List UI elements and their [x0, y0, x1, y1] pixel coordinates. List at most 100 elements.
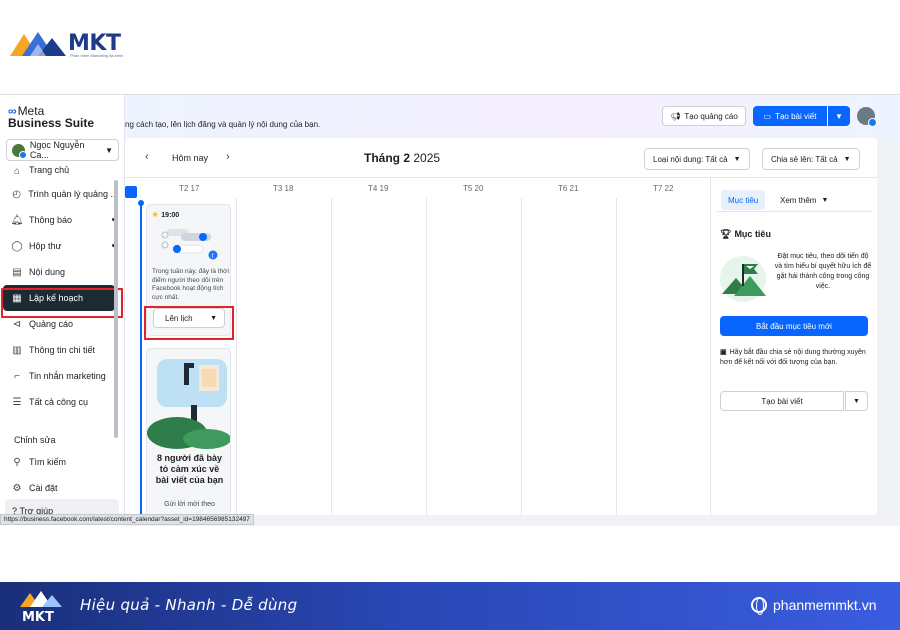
right-create-post: Tạo bài viết ▼: [720, 391, 868, 411]
meta-business-suite-logo[interactable]: ∞Meta Business Suite: [8, 105, 94, 129]
tab-see-more-label: Xem thêm: [780, 195, 817, 205]
banner-website[interactable]: phanmemmkt.vn: [751, 597, 877, 615]
schedule-button-label: Lên lịch: [165, 313, 193, 323]
grid-divider: [426, 198, 427, 515]
megaphone-icon: 📢︎: [670, 111, 681, 121]
create-post-button[interactable]: ▭ Tạo bài viết: [753, 106, 827, 126]
sidebar-item-label: Nội dung: [29, 267, 66, 277]
today-button[interactable]: Hôm nay: [172, 153, 208, 163]
chat-icon: ◯: [11, 240, 23, 252]
mkt-mountain-logo-icon: [10, 32, 66, 56]
best-time-card: ☀ 19:00 f Trong tuần này, đây là thời điể…: [146, 204, 231, 336]
tab-goals[interactable]: Mục tiêu: [721, 190, 766, 210]
browser-status-url: https://business.facebook.com/latest/con…: [0, 514, 254, 525]
audience-activity-illustration-icon: f: [161, 229, 218, 260]
goal-title-text: Mục tiêu: [734, 229, 771, 239]
trophy-icon: 🏆︎: [720, 229, 732, 239]
engagement-title: 8 người đã bày tỏ cảm xúc về bài viết củ…: [155, 453, 224, 485]
day-label: T2 17: [179, 184, 200, 193]
sidebar-scrollbar[interactable]: [114, 180, 118, 438]
sidebar-bottom-nav: ⚲ Tìm kiếm ⚙ Cài đặt: [0, 449, 118, 501]
sidebar-item-label: Thông tin chi tiết: [29, 345, 96, 355]
gift-icon: ▣: [720, 349, 727, 356]
content-type-filter[interactable]: Loại nội dung: Tất cả ▼: [644, 148, 750, 170]
calendar-icon: ▦: [12, 292, 22, 304]
sidebar-item-label: Lập kế hoạch: [29, 293, 84, 303]
banner-slogan: Hiệu quả - Nhanh - Dễ dùng: [80, 596, 298, 614]
mkt-logo-text: MKT: [68, 30, 121, 56]
account-selector[interactable]: Ngọc Nguyễn Ca... ▼: [6, 139, 119, 161]
grid-divider: [236, 198, 237, 515]
month-title: Tháng 2 2025: [364, 151, 440, 165]
sidebar-item-label: Tìm kiếm: [29, 457, 66, 467]
sidebar-item-label: Tin nhắn marketing: [29, 371, 106, 381]
create-post-label: Tạo bài viết: [775, 111, 817, 121]
chevron-right-icon[interactable]: ›: [226, 151, 230, 163]
sidebar-item-search[interactable]: ⚲ Tìm kiếm: [0, 449, 118, 475]
best-time-description: Trong tuần này, đây là thời điểm người t…: [152, 268, 229, 301]
right-create-post-button[interactable]: Tạo bài viết: [720, 391, 844, 411]
mailbox-illustration-icon: [147, 359, 230, 449]
grid-divider: [616, 198, 617, 515]
right-panel: Mục tiêu Xem thêm ▼ 🏆︎ Mục tiêu Đặt mục ti…: [710, 178, 877, 515]
content-type-filter-label: Loại nội dung: Tất cả: [653, 154, 728, 164]
share-to-filter[interactable]: Chia sẻ lên: Tất cả ▼: [762, 148, 860, 170]
sidebar-item-inbox[interactable]: ◯ Hộp thư: [0, 233, 118, 259]
create-ad-label: Tạo quảng cáo: [684, 111, 738, 121]
current-time-dot: [138, 200, 144, 206]
sidebar-item-home[interactable]: ⌂ Trang chủ: [0, 165, 118, 181]
posting-tip: ▣ Hãy bắt đầu chia sẻ nội dung thường xuy…: [720, 348, 870, 368]
sidebar-item-ads-manager[interactable]: ◴ Trình quản lý quảng ...: [0, 181, 118, 207]
profile-avatar[interactable]: [857, 107, 877, 127]
sun-icon: ☀: [152, 212, 159, 219]
sidebar-item-all-tools[interactable]: ☰ Tất cả công cụ: [0, 389, 118, 415]
best-time-value: 19:00: [161, 212, 180, 219]
sidebar-item-label: Trình quản lý quảng ...: [28, 189, 118, 199]
mkt-logo-subtext: Phần mềm Marketing đa kênh: [70, 53, 124, 58]
day-label: T5 20: [463, 184, 484, 193]
month-label: Tháng 2: [364, 151, 411, 165]
schedule-button[interactable]: Lên lịch ▼: [153, 308, 225, 328]
sidebar-item-insights[interactable]: ▥ Thông tin chi tiết: [0, 337, 118, 363]
sidebar-item-settings[interactable]: ⚙ Cài đặt: [0, 475, 118, 501]
sidebar-item-content[interactable]: ▤ Nội dung: [0, 259, 118, 285]
chevron-down-icon: ▼: [835, 111, 843, 121]
sidebar-item-ads[interactable]: ⊲ Quảng cáo: [0, 311, 118, 337]
message-icon: ⌐: [14, 370, 20, 382]
ads-manager-icon: ◴: [12, 188, 21, 200]
menu-icon: ☰: [12, 396, 22, 408]
gear-icon: ⚙: [12, 482, 22, 494]
search-icon: ⚲: [13, 456, 21, 468]
sidebar-item-notifications[interactable]: 🔔︎ Thông báo: [0, 207, 118, 233]
right-create-post-dropdown[interactable]: ▼: [845, 391, 868, 411]
current-time-line: [140, 204, 142, 514]
year-label: 2025: [413, 151, 441, 165]
tab-see-more[interactable]: Xem thêm ▼: [773, 190, 835, 210]
create-ad-button[interactable]: 📢︎ Tạo quảng cáo: [662, 106, 746, 126]
chevron-down-icon: ▼: [733, 155, 741, 163]
tab-goals-label: Mục tiêu: [728, 195, 759, 205]
megaphone-icon: ⊲: [12, 318, 22, 330]
posting-tip-text: Hãy bắt đầu chia sẻ nội dung thường xuyê…: [720, 349, 866, 366]
mkt-banner-logo-icon: MKT: [20, 591, 62, 625]
mkt-banner: MKT Hiệu quả - Nhanh - Dễ dùng phanmemmk…: [0, 582, 900, 630]
suite-name: Business Suite: [8, 116, 95, 130]
goal-title: 🏆︎ Mục tiêu: [720, 229, 771, 240]
chevron-left-icon[interactable]: ‹: [145, 151, 149, 163]
create-post-dropdown-button[interactable]: ▼: [828, 106, 850, 126]
edit-section-label: Chỉnh sửa: [14, 435, 56, 445]
start-new-goal-button[interactable]: Bắt đầu mục tiêu mới: [720, 316, 868, 336]
today-marker: [125, 186, 137, 198]
chevron-down-icon: ▼: [821, 196, 829, 204]
mkt-logo: MKT Phần mềm Marketing đa kênh: [8, 26, 128, 60]
banner-website-text: phanmemmkt.vn: [773, 597, 877, 613]
engagement-card[interactable]: 8 người đã bày tỏ cảm xúc về bài viết củ…: [146, 348, 231, 515]
grid-divider: [331, 198, 332, 515]
globe-icon: [751, 597, 767, 615]
sidebar-item-planner[interactable]: ▦ Lập kế hoạch: [3, 285, 115, 311]
sidebar-item-marketing-messages[interactable]: ⌐ Tin nhắn marketing: [0, 363, 118, 389]
chevron-down-icon: ▼: [843, 155, 851, 163]
right-panel-tabs: Mục tiêu Xem thêm ▼: [717, 190, 872, 212]
sidebar-item-label: Tất cả công cụ: [29, 397, 89, 407]
day-label: T4 19: [368, 184, 389, 193]
